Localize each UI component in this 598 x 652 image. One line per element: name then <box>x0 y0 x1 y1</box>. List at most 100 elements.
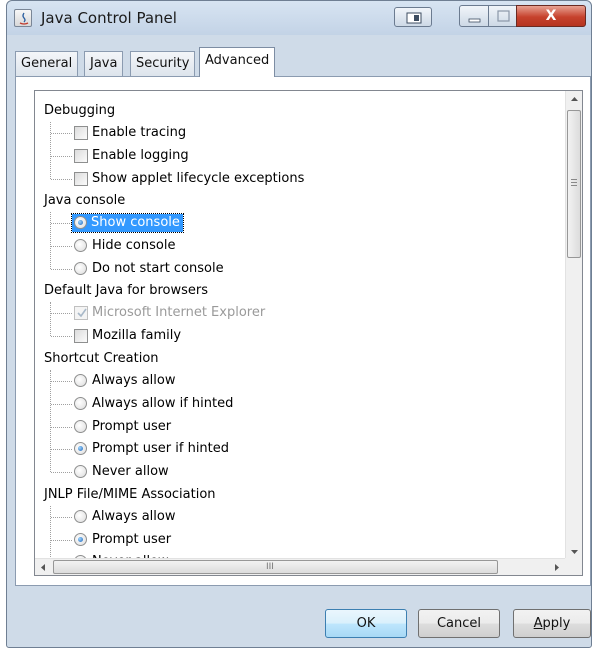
tab-general[interactable]: General <box>15 51 79 76</box>
advanced-panel: Debugging Enable tracing Enable logging … <box>15 76 591 586</box>
checkbox-disabled <box>74 306 88 320</box>
java-app-icon <box>14 9 32 27</box>
option-shortcut-prompt-user[interactable]: Prompt user <box>35 416 565 438</box>
tree-branch <box>51 269 72 270</box>
tab-java[interactable]: Java <box>84 51 124 76</box>
option-shortcut-always-allow[interactable]: Always allow <box>35 370 565 392</box>
option-label: Hide console <box>92 238 176 253</box>
category-label: Debugging <box>44 103 116 118</box>
option-label: Always allow if hinted <box>92 396 234 411</box>
checkmark-icon <box>77 308 87 318</box>
option-label: Prompt user <box>92 532 172 547</box>
close-button[interactable]: X <box>516 5 586 27</box>
option-label-selected: Show console <box>71 213 184 233</box>
option-shortcut-prompt-user-if-hinted[interactable]: Prompt user if hinted <box>35 438 565 460</box>
category-shortcut-creation[interactable]: Shortcut Creation <box>35 348 565 370</box>
grip-icon: III <box>266 562 274 572</box>
option-do-not-start-console[interactable]: Do not start console <box>35 258 565 280</box>
option-hide-console[interactable]: Hide console <box>35 235 565 257</box>
radio-button[interactable] <box>74 465 87 478</box>
radio-button[interactable] <box>74 397 87 410</box>
radio-button[interactable] <box>74 216 87 229</box>
tree-branch <box>51 540 72 541</box>
tab-bar: General Java Security Advanced <box>15 47 575 77</box>
tree-branch <box>51 179 72 180</box>
ok-button[interactable]: OK <box>325 609 407 638</box>
checkbox[interactable] <box>74 149 88 163</box>
category-label: Shortcut Creation <box>44 351 159 366</box>
option-jnlp-prompt-user[interactable]: Prompt user <box>35 529 565 551</box>
option-label: Do not start console <box>92 261 224 276</box>
option-show-console[interactable]: Show console <box>35 212 565 234</box>
radio-button[interactable] <box>74 239 87 252</box>
category-debugging[interactable]: Debugging <box>35 100 565 122</box>
tab-label: Security <box>136 56 190 71</box>
vertical-scrollbar[interactable] <box>565 91 582 560</box>
option-label: Always allow <box>92 509 176 524</box>
tree-branch <box>51 427 72 428</box>
tab-label: Java <box>90 56 118 71</box>
scroll-left-arrow-icon[interactable] <box>35 559 52 575</box>
maximize-button[interactable] <box>488 5 517 27</box>
option-label: Prompt user if hinted <box>92 441 230 456</box>
tree-branch <box>51 156 72 157</box>
tab-label: General <box>21 56 73 71</box>
checkbox[interactable] <box>74 172 88 186</box>
apply-button[interactable]: Apply <box>513 609 591 638</box>
tree-branch <box>51 449 72 450</box>
radio-button[interactable] <box>74 510 87 523</box>
option-enable-logging[interactable]: Enable logging <box>35 145 565 167</box>
option-jnlp-always-allow[interactable]: Always allow <box>35 506 565 528</box>
option-enable-tracing[interactable]: Enable tracing <box>35 122 565 144</box>
vertical-scroll-thumb[interactable] <box>567 110 581 258</box>
option-label: Enable logging <box>92 148 189 163</box>
close-icon: X <box>545 8 557 24</box>
category-default-java-for-browsers[interactable]: Default Java for browsers <box>35 280 565 302</box>
scroll-right-arrow-icon[interactable] <box>548 559 565 575</box>
snap-resize-button[interactable] <box>394 7 432 27</box>
tree-branch <box>51 313 72 314</box>
tree-branch <box>51 133 72 134</box>
tree-branch <box>51 336 72 337</box>
category-label: JNLP File/MIME Association <box>44 487 216 502</box>
settings-tree[interactable]: Debugging Enable tracing Enable logging … <box>34 90 583 576</box>
tab-advanced[interactable]: Advanced <box>199 47 276 77</box>
grip-icon <box>571 179 577 188</box>
tab-label: Advanced <box>205 53 270 68</box>
option-label: Enable tracing <box>92 125 187 140</box>
category-label: Default Java for browsers <box>44 283 209 298</box>
tree-branch <box>51 381 72 382</box>
tree-branch <box>51 472 72 473</box>
radio-button[interactable] <box>74 262 87 275</box>
category-java-console[interactable]: Java console <box>35 190 565 212</box>
tab-security[interactable]: Security <box>130 51 196 76</box>
horizontal-scroll-thumb[interactable]: III <box>53 560 498 574</box>
option-shortcut-never-allow[interactable]: Never allow <box>35 461 565 483</box>
horizontal-scrollbar[interactable]: III <box>35 558 565 575</box>
option-show-applet-lifecycle-exceptions[interactable]: Show applet lifecycle exceptions <box>35 168 565 190</box>
radio-button[interactable] <box>74 420 87 433</box>
option-label: Prompt user <box>92 419 172 434</box>
ok-button-label: OK <box>356 616 376 631</box>
checkbox[interactable] <box>74 329 88 343</box>
radio-button-selected[interactable] <box>74 533 87 546</box>
option-label: Always allow <box>92 373 176 388</box>
option-label: Show applet lifecycle exceptions <box>92 171 305 186</box>
apply-button-label: pply <box>542 616 571 631</box>
option-label: Never allow <box>92 464 169 479</box>
cancel-button[interactable]: Cancel <box>418 609 500 638</box>
option-microsoft-internet-explorer: Microsoft Internet Explorer <box>35 302 565 324</box>
option-label: Mozilla family <box>92 328 182 343</box>
minimize-button[interactable] <box>459 5 489 27</box>
tree-branch <box>51 223 72 224</box>
scroll-up-arrow-icon[interactable] <box>566 91 582 108</box>
option-shortcut-always-allow-if-hinted[interactable]: Always allow if hinted <box>35 393 565 415</box>
title-bar[interactable]: Java Control Panel X <box>7 1 591 35</box>
java-control-panel-window: Java Control Panel X General Java Securi… <box>6 0 592 648</box>
radio-button-selected[interactable] <box>74 442 87 455</box>
checkbox[interactable] <box>74 126 88 140</box>
option-label: Microsoft Internet Explorer <box>92 305 266 320</box>
option-mozilla-family[interactable]: Mozilla family <box>35 325 565 347</box>
category-jnlp-file-mime-association[interactable]: JNLP File/MIME Association <box>35 484 565 506</box>
radio-button[interactable] <box>74 374 87 387</box>
